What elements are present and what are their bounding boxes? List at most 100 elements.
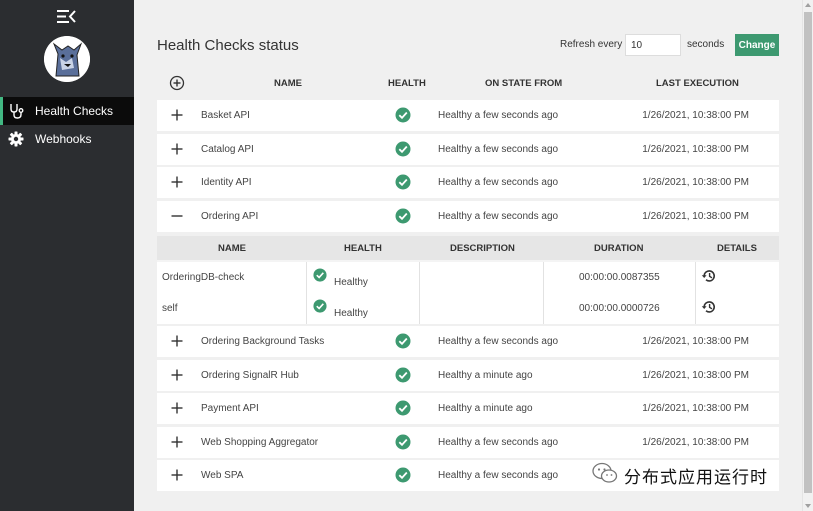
- last-execution: 1/26/2021, 10:38:00 PM: [642, 177, 749, 188]
- state-text: Healthy a minute ago: [438, 370, 533, 381]
- change-button[interactable]: Change: [735, 34, 779, 56]
- last-execution: 1/26/2021, 10:38:00 PM: [642, 211, 749, 222]
- check-duration: 00:00:00.0000726: [579, 303, 660, 314]
- expand-plus-icon[interactable]: [171, 335, 183, 347]
- details-name-cell: [157, 293, 307, 324]
- state-text: Healthy a few seconds ago: [438, 437, 559, 448]
- scroll-up-arrow-icon[interactable]: [805, 3, 811, 7]
- main-content: Health Checks status Refresh every secon…: [134, 0, 802, 511]
- last-execution: 1/26/2021, 10:38:00 PM: [642, 370, 749, 381]
- menu-collapse-icon[interactable]: [57, 9, 77, 24]
- column-header-last-execution: LAST EXECUTION: [656, 78, 739, 89]
- service-name: Web SPA: [201, 470, 244, 481]
- expand-plus-icon[interactable]: [171, 176, 183, 188]
- state-text: Healthy a few seconds ago: [438, 470, 559, 481]
- details-column-duration: DURATION: [594, 243, 644, 254]
- service-name: Identity API: [201, 177, 252, 188]
- collapse-minus-icon[interactable]: [171, 210, 183, 222]
- last-execution: 1/26/2021, 10:38:00 PM: [642, 336, 749, 347]
- sidebar-item-label: Webhooks: [35, 132, 92, 146]
- wechat-icon: [592, 462, 618, 489]
- details-column-name: NAME: [218, 243, 246, 254]
- sidebar-item-webhooks[interactable]: Webhooks: [0, 125, 134, 153]
- table-header: NAME HEALTH ON STATE FROM LAST EXECUTION: [157, 72, 779, 94]
- scrollbar-thumb[interactable]: [804, 12, 812, 493]
- expand-plus-icon[interactable]: [171, 469, 183, 481]
- state-text: Healthy a few seconds ago: [438, 336, 559, 347]
- service-name: Basket API: [201, 110, 250, 121]
- seconds-label: seconds: [687, 39, 725, 50]
- healthy-check-icon: [395, 367, 411, 383]
- service-name: Catalog API: [201, 144, 254, 155]
- avatar: [44, 36, 90, 82]
- scroll-down-arrow-icon[interactable]: [805, 504, 811, 508]
- state-text: Healthy a few seconds ago: [438, 177, 559, 188]
- details-column-health: HEALTH: [344, 243, 382, 254]
- refresh-interval-input[interactable]: [625, 34, 681, 56]
- details-table: NAME HEALTH DESCRIPTION DURATION DETAILS…: [157, 236, 779, 324]
- expand-plus-icon[interactable]: [171, 143, 183, 155]
- details-row: self Healthy 00:00:00.0000726: [157, 293, 779, 324]
- state-text: Healthy a few seconds ago: [438, 110, 559, 121]
- service-name: Ordering Background Tasks: [201, 336, 325, 347]
- check-name: self: [162, 303, 178, 314]
- last-execution: 1/26/2021, 10:38:00 PM: [642, 403, 749, 414]
- last-execution: 1/26/2021, 10:38:00 PM: [642, 437, 749, 448]
- history-icon[interactable]: [701, 268, 717, 284]
- table-row[interactable]: Ordering API Healthy a few seconds ago 1…: [157, 201, 779, 232]
- expand-plus-icon[interactable]: [171, 369, 183, 381]
- column-header-health: HEALTH: [388, 78, 426, 89]
- stethoscope-icon: [7, 102, 25, 120]
- table-row[interactable]: Catalog API Healthy a few seconds ago 1/…: [157, 134, 779, 165]
- check-duration: 00:00:00.0087355: [579, 272, 660, 283]
- details-table-header: NAME HEALTH DESCRIPTION DURATION DETAILS: [157, 236, 779, 260]
- check-health: Healthy: [334, 277, 368, 288]
- details-description-cell: [420, 293, 544, 324]
- last-execution: 1/26/2021, 10:38:00 PM: [642, 110, 749, 121]
- healthy-check-icon: [395, 467, 411, 483]
- last-execution: 1/26/2021, 10:38:00 PM: [642, 144, 749, 155]
- column-header-state: ON STATE FROM: [485, 78, 563, 89]
- service-name: Ordering SignalR Hub: [201, 370, 299, 381]
- healthy-check-icon: [395, 333, 411, 349]
- history-icon[interactable]: [701, 299, 717, 315]
- service-name: Ordering API: [201, 211, 259, 222]
- check-health: Healthy: [334, 308, 368, 319]
- table-row[interactable]: Payment API Healthy a minute ago 1/26/20…: [157, 393, 779, 424]
- service-name: Payment API: [201, 403, 259, 414]
- table-row[interactable]: Identity API Healthy a few seconds ago 1…: [157, 167, 779, 198]
- table-row[interactable]: Web Shopping Aggregator Healthy a few se…: [157, 427, 779, 458]
- table-row[interactable]: Basket API Healthy a few seconds ago 1/2…: [157, 100, 779, 131]
- watermark: 分布式应用运行时: [592, 462, 768, 489]
- gear-icon: [7, 130, 25, 148]
- service-name: Web Shopping Aggregator: [201, 437, 319, 448]
- vertical-scrollbar[interactable]: [802, 0, 813, 511]
- healthy-check-icon: [313, 299, 327, 313]
- table-row[interactable]: Ordering Background Tasks Healthy a few …: [157, 326, 779, 357]
- sidebar: Health Checks Webhooks: [0, 0, 134, 511]
- column-header-name: NAME: [274, 78, 302, 89]
- table-row[interactable]: Ordering SignalR Hub Healthy a minute ag…: [157, 360, 779, 391]
- details-row: OrderingDB-check Healthy 00:00:00.008735…: [157, 262, 779, 293]
- state-text: Healthy a minute ago: [438, 403, 533, 414]
- healthy-check-icon: [395, 434, 411, 450]
- state-text: Healthy a few seconds ago: [438, 211, 559, 222]
- healthy-check-icon: [395, 107, 411, 123]
- details-column-description: DESCRIPTION: [450, 243, 515, 254]
- healthy-check-icon: [395, 174, 411, 190]
- add-circle-icon[interactable]: [169, 75, 185, 91]
- state-text: Healthy a few seconds ago: [438, 144, 559, 155]
- page-title: Health Checks status: [157, 37, 299, 54]
- check-name: OrderingDB-check: [162, 272, 245, 283]
- expand-plus-icon[interactable]: [171, 402, 183, 414]
- expand-plus-icon[interactable]: [171, 109, 183, 121]
- healthy-check-icon: [395, 208, 411, 224]
- refresh-label: Refresh every: [560, 39, 623, 50]
- sidebar-item-label: Health Checks: [35, 104, 114, 118]
- healthy-check-icon: [395, 400, 411, 416]
- watermark-text: 分布式应用运行时: [624, 468, 768, 488]
- sidebar-item-health-checks[interactable]: Health Checks: [0, 97, 134, 125]
- healthy-check-icon: [313, 268, 327, 282]
- expand-plus-icon[interactable]: [171, 436, 183, 448]
- healthy-check-icon: [395, 141, 411, 157]
